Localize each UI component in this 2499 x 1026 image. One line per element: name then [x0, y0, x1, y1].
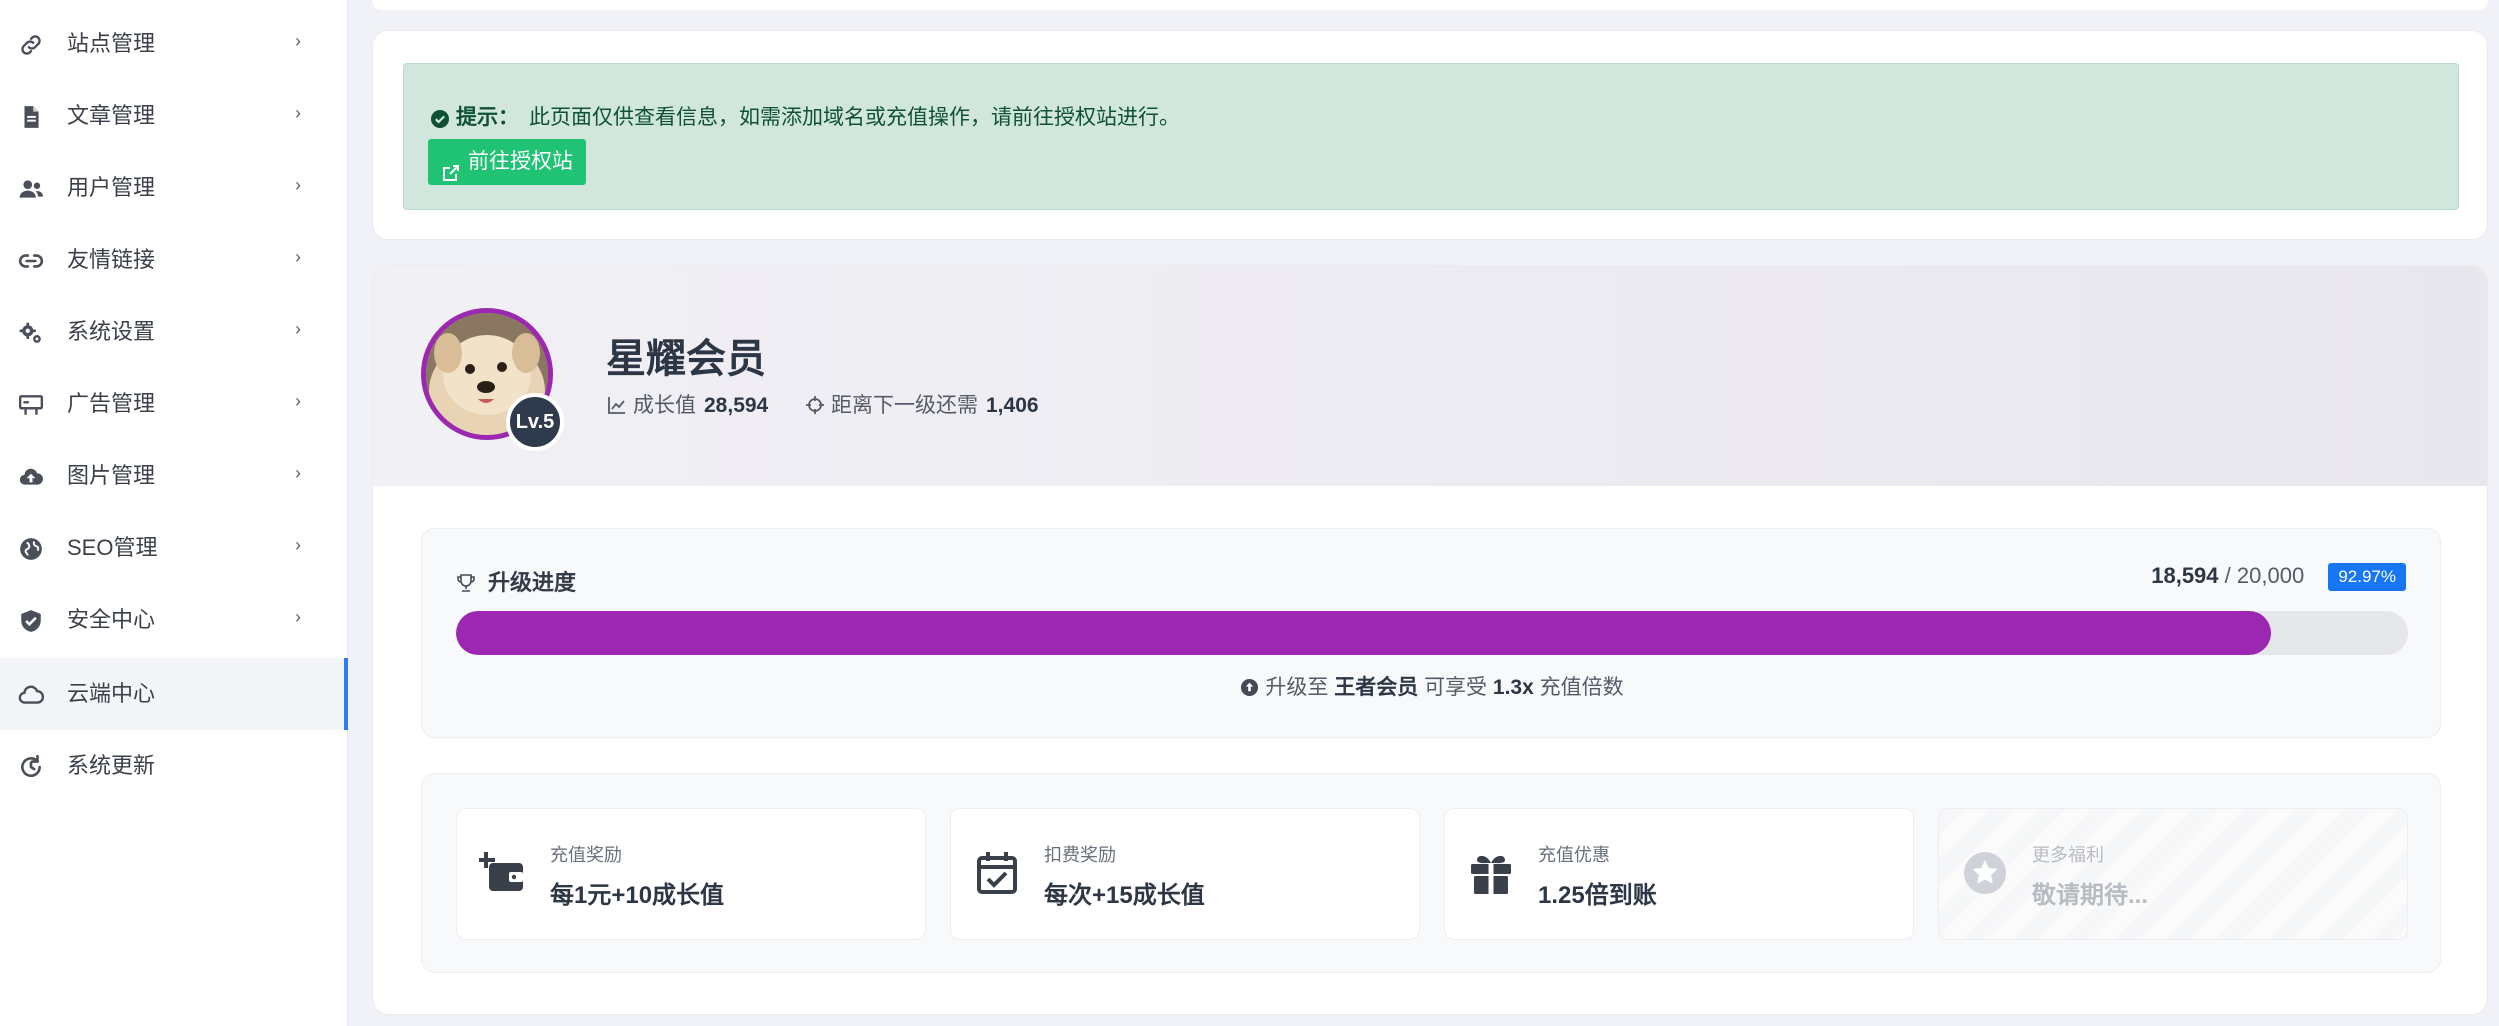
- sidebar-item-friend-links[interactable]: 友情链接 ›: [0, 224, 348, 296]
- globe-icon: [18, 536, 44, 562]
- upgrade-progress-panel: 升级进度 18,594 / 20,000 92.97% 升级至 王者会员 可享受…: [421, 528, 2441, 738]
- chevron-right-icon: ›: [295, 535, 301, 555]
- sidebar-item-label: 系统更新: [67, 753, 156, 778]
- chevron-right-icon: ›: [295, 319, 301, 339]
- progress-percent-badge: 92.97%: [2328, 563, 2406, 591]
- notice-card: 提示： 此页面仅供查看信息，如需添加域名或充值操作，请前往授权站进行。 前往授权站: [372, 30, 2488, 240]
- sidebar-item-label: SEO管理: [67, 535, 158, 560]
- sidebar-item-label: 安全中心: [67, 607, 156, 632]
- users-icon: [18, 176, 44, 202]
- sidebar-item-label: 广告管理: [67, 391, 156, 416]
- progress-bar-track: [456, 611, 2408, 655]
- level-badge: Lv.5: [506, 393, 564, 451]
- info-alert: 提示： 此页面仅供查看信息，如需添加域名或充值操作，请前往授权站进行。 前往授权站: [403, 63, 2459, 210]
- note-mid: 可享受: [1424, 676, 1488, 699]
- sidebar-item-label: 文章管理: [67, 103, 156, 128]
- chevron-right-icon: ›: [295, 103, 301, 123]
- line-chart-icon: [607, 394, 627, 414]
- sidebar-item-user-management[interactable]: 用户管理 ›: [0, 152, 348, 224]
- sidebar-item-article-management[interactable]: 文章管理 ›: [0, 80, 348, 152]
- chevron-right-icon: ›: [295, 463, 301, 483]
- arrow-up-circle-icon: [1240, 678, 1259, 697]
- growth-label: 成长值: [633, 394, 696, 417]
- benefits-panel: 充值奖励 每1元+10成长值 扣费奖励 每次+15成长值 充值优惠 1.25倍到…: [421, 773, 2441, 973]
- chevron-right-icon: ›: [295, 175, 301, 195]
- cloud-upload-icon: [18, 464, 44, 490]
- progress-target: 20,000: [2236, 563, 2305, 588]
- member-level-title: 星耀会员: [606, 337, 766, 381]
- progress-values: 18,594 / 20,000 92.97%: [2151, 563, 2406, 593]
- upgrade-note: 升级至 王者会员 可享受 1.3x 充值倍数: [422, 671, 2442, 701]
- calendar-check-icon: [973, 849, 1021, 897]
- sidebar-item-label: 云端中心: [67, 681, 156, 706]
- check-circle-icon: [430, 109, 450, 129]
- sidebar-item-seo-management[interactable]: SEO管理 ›: [0, 512, 348, 584]
- progress-bar-fill: [456, 611, 2271, 655]
- chevron-right-icon: ›: [295, 247, 301, 267]
- go-to-auth-site-button[interactable]: 前往授权站: [428, 139, 586, 185]
- growth-stat: 成长值 28,594: [607, 391, 768, 421]
- sidebar-item-cloud-center[interactable]: 云端中心: [0, 658, 348, 730]
- sidebar: 站点管理 › 文章管理 › 用户管理 › 友情链接 › 系统设置 › 广告管理 …: [0, 0, 348, 1026]
- note-suffix: 充值倍数: [1539, 676, 1624, 699]
- progress-separator: /: [2224, 563, 2231, 588]
- sidebar-item-system-settings[interactable]: 系统设置 ›: [0, 296, 348, 368]
- benefit-label: 充值奖励: [550, 845, 622, 865]
- next-level-label: 距离下一级还需: [831, 394, 978, 417]
- benefit-value: 每1元+10成长值: [550, 882, 725, 909]
- billboard-icon: [18, 392, 44, 418]
- benefit-label: 更多福利: [2032, 845, 2104, 865]
- benefit-value: 1.25倍到账: [1538, 882, 1657, 909]
- sidebar-item-image-management[interactable]: 图片管理 ›: [0, 440, 348, 512]
- crosshair-icon: [805, 394, 825, 414]
- benefit-value: 敬请期待...: [2032, 882, 2149, 909]
- benefit-card-deduction-reward: 扣费奖励 每次+15成长值: [950, 808, 1420, 940]
- cloud-icon: [18, 682, 44, 708]
- sidebar-item-label: 用户管理: [67, 175, 156, 200]
- sidebar-item-system-update[interactable]: 系统更新: [0, 730, 348, 802]
- shield-check-icon: [18, 608, 44, 634]
- gift-icon: [1467, 849, 1515, 897]
- trophy-icon: [456, 573, 476, 593]
- progress-title: 升级进度: [456, 565, 576, 597]
- note-prefix: 升级至: [1265, 676, 1329, 699]
- external-link-icon: [442, 153, 460, 181]
- top-card-edge: [372, 0, 2488, 10]
- benefit-card-recharge-reward: 充值奖励 每1元+10成长值: [456, 808, 926, 940]
- next-level-stat: 距离下一级还需 1,406: [805, 391, 1039, 421]
- wallet-plus-icon: [479, 849, 527, 897]
- member-header: Lv.5 星耀会员 成长值 28,594 距离下一级还需 1,406: [373, 266, 2487, 486]
- growth-value: 28,594: [704, 394, 769, 417]
- chevron-right-icon: ›: [295, 391, 301, 411]
- star-icon: [1961, 849, 2009, 897]
- button-label: 前往授权站: [468, 150, 573, 173]
- alert-body: 此页面仅供查看信息，如需添加域名或充值操作，请前往授权站进行。: [529, 106, 1180, 129]
- next-level-name: 王者会员: [1334, 676, 1419, 699]
- chevron-right-icon: ›: [295, 31, 301, 51]
- benefit-label: 充值优惠: [1538, 845, 1610, 865]
- link-icon: [18, 32, 44, 58]
- document-icon: [18, 104, 44, 130]
- multiplier: 1.3x: [1492, 676, 1534, 699]
- sidebar-item-label: 友情链接: [67, 247, 156, 272]
- sidebar-item-security-center[interactable]: 安全中心 ›: [0, 584, 348, 656]
- benefit-value: 每次+15成长值: [1044, 882, 1205, 909]
- refresh-icon: [18, 754, 44, 780]
- chevron-right-icon: ›: [295, 607, 301, 627]
- sidebar-item-label: 图片管理: [67, 463, 156, 488]
- benefit-card-recharge-discount: 充值优惠 1.25倍到账: [1444, 808, 1914, 940]
- sidebar-item-label: 系统设置: [67, 319, 156, 344]
- alert-title: 提示：: [456, 106, 519, 129]
- sidebar-item-site-management[interactable]: 站点管理 ›: [0, 8, 348, 80]
- benefit-label: 扣费奖励: [1044, 845, 1116, 865]
- next-level-value: 1,406: [986, 394, 1039, 417]
- sidebar-item-label: 站点管理: [67, 31, 156, 56]
- progress-current: 18,594: [2151, 563, 2219, 588]
- chain-icon: [18, 248, 44, 274]
- gears-icon: [18, 320, 44, 346]
- benefit-card-more-perks: 更多福利 敬请期待...: [1938, 808, 2408, 940]
- progress-title-text: 升级进度: [488, 570, 577, 595]
- sidebar-item-ad-management[interactable]: 广告管理 ›: [0, 368, 348, 440]
- member-card: Lv.5 星耀会员 成长值 28,594 距离下一级还需 1,406 升级进度 18…: [372, 265, 2488, 1015]
